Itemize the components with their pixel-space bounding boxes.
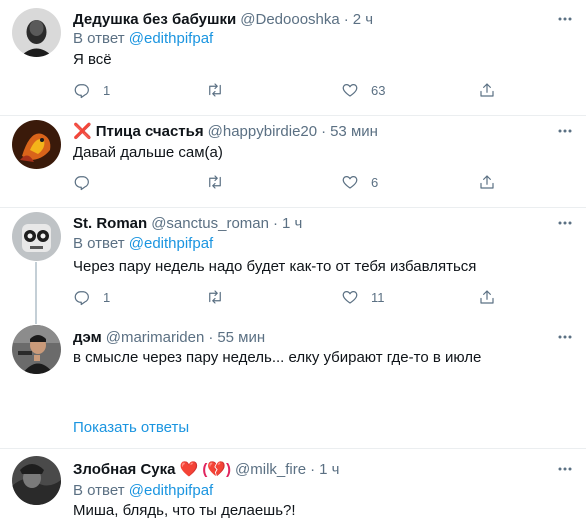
tweet-text: Миша, блядь, что ты делаешь?! xyxy=(73,502,296,519)
tweet-happybirdie[interactable]: ❌ Птица счастья @happybirdie20 · 53 мин … xyxy=(0,116,586,207)
show-replies-link[interactable]: Показать ответы xyxy=(73,419,189,436)
avatar[interactable] xyxy=(12,8,61,57)
tweet-actions: 6 xyxy=(73,172,503,192)
reply-prefix: В ответ xyxy=(73,482,125,499)
tweet-actions: 1 63 xyxy=(73,80,503,100)
retweet-button[interactable] xyxy=(205,80,237,100)
tweet-header: ❌ Птица счастья @happybirdie20 · 53 мин xyxy=(73,121,378,141)
like-icon xyxy=(342,291,358,304)
share-icon xyxy=(480,290,494,304)
reply-context: В ответ @edithpifpaf xyxy=(73,235,213,252)
more-icon[interactable] xyxy=(556,328,574,346)
like-button[interactable]: 63 xyxy=(341,80,385,100)
retweet-icon xyxy=(209,290,221,304)
display-name[interactable]: Птица счастья xyxy=(96,123,204,140)
timestamp[interactable]: 55 мин xyxy=(217,329,265,346)
share-icon xyxy=(480,83,494,97)
timestamp[interactable]: 53 мин xyxy=(330,123,378,140)
display-name[interactable]: дэм xyxy=(73,329,102,346)
cross-emoji: ❌ xyxy=(73,123,92,140)
tweet-text: Через пару недель надо будет как-то от т… xyxy=(73,258,477,275)
reply-to-handle[interactable]: @edithpifpaf xyxy=(129,235,213,252)
more-icon[interactable] xyxy=(556,460,574,478)
separator-dot: · xyxy=(343,10,349,28)
timestamp[interactable]: 2 ч xyxy=(353,11,373,28)
avatar[interactable] xyxy=(12,212,61,261)
share-icon xyxy=(480,175,494,189)
like-count: 11 xyxy=(371,289,385,305)
share-button[interactable] xyxy=(478,80,496,100)
user-handle[interactable]: @milk_fire xyxy=(235,461,306,478)
reply-icon xyxy=(74,291,89,306)
reply-button[interactable] xyxy=(73,172,103,192)
thread-line xyxy=(35,318,37,324)
display-name[interactable]: St. Roman xyxy=(73,215,147,232)
tweet-text: в смысле через пару недель... елку убира… xyxy=(73,349,482,366)
retweet-icon xyxy=(209,175,221,189)
like-button[interactable]: 6 xyxy=(341,172,378,192)
avatar[interactable] xyxy=(12,456,61,505)
thread-line xyxy=(35,262,37,318)
user-handle[interactable]: @marimariden xyxy=(106,329,205,346)
display-name[interactable]: Злобная Сука xyxy=(73,461,176,478)
separator-dot: · xyxy=(310,460,316,478)
reply-icon xyxy=(74,176,89,191)
display-name[interactable]: Дедушка без бабушки xyxy=(73,11,236,28)
reply-context: В ответ @edithpifpaf xyxy=(73,482,213,499)
name-emoji-suffix: ❤️ (💔) xyxy=(179,461,232,478)
avatar[interactable] xyxy=(12,325,61,374)
more-icon[interactable] xyxy=(556,122,574,140)
separator-dot: · xyxy=(272,214,278,232)
reply-to-handle[interactable]: @edithpifpaf xyxy=(129,30,213,47)
like-icon xyxy=(342,176,358,189)
retweet-icon xyxy=(209,83,221,97)
reply-button[interactable]: 1 xyxy=(73,287,110,307)
tweet-marimariden[interactable]: дэм @marimariden · 55 мин в смысле через… xyxy=(0,318,586,448)
user-handle[interactable]: @sanctus_roman xyxy=(151,215,269,232)
reply-count: 1 xyxy=(103,289,111,305)
avatar[interactable] xyxy=(12,120,61,169)
tweet-header: Злобная Сука ❤️ (💔) @milk_fire · 1 ч xyxy=(73,459,339,479)
reply-prefix: В ответ xyxy=(73,30,125,47)
separator-dot: · xyxy=(208,328,214,346)
reply-prefix: В ответ xyxy=(73,235,125,252)
more-icon[interactable] xyxy=(556,10,574,28)
user-handle[interactable]: @Dedoooshka xyxy=(240,11,339,28)
retweet-button[interactable] xyxy=(205,172,237,192)
like-count: 6 xyxy=(371,174,379,190)
like-button[interactable]: 11 xyxy=(341,287,385,307)
timestamp[interactable]: 1 ч xyxy=(319,461,339,478)
tweet-sanctus-roman[interactable]: St. Roman @sanctus_roman · 1 ч В ответ @… xyxy=(0,208,586,318)
reply-to-handle[interactable]: @edithpifpaf xyxy=(129,482,213,499)
separator-dot: · xyxy=(321,122,327,140)
retweet-button[interactable] xyxy=(205,287,237,307)
like-icon xyxy=(342,84,358,97)
tweet-milk-fire[interactable]: Злобная Сука ❤️ (💔) @milk_fire · 1 ч В о… xyxy=(0,449,586,520)
share-button[interactable] xyxy=(478,287,496,307)
tweet-text: Я всё xyxy=(73,51,112,68)
reply-button[interactable]: 1 xyxy=(73,80,110,100)
reply-context: В ответ @edithpifpaf xyxy=(73,30,213,47)
reply-count: 1 xyxy=(103,82,111,98)
share-button[interactable] xyxy=(478,172,496,192)
like-count: 63 xyxy=(371,82,386,98)
more-icon[interactable] xyxy=(556,214,574,232)
tweet-dedooshka[interactable]: Дедушка без бабушки @Dedoooshka · 2 ч В … xyxy=(0,0,586,115)
tweet-header: дэм @marimariden · 55 мин xyxy=(73,327,265,347)
timestamp[interactable]: 1 ч xyxy=(282,215,302,232)
reply-icon xyxy=(74,84,89,99)
tweet-header: St. Roman @sanctus_roman · 1 ч xyxy=(73,213,302,233)
user-handle[interactable]: @happybirdie20 xyxy=(208,123,317,140)
tweet-actions: 1 11 xyxy=(73,287,503,307)
tweet-text: Давай дальше сам(а) xyxy=(73,144,223,161)
tweet-header: Дедушка без бабушки @Dedoooshka · 2 ч xyxy=(73,9,373,29)
